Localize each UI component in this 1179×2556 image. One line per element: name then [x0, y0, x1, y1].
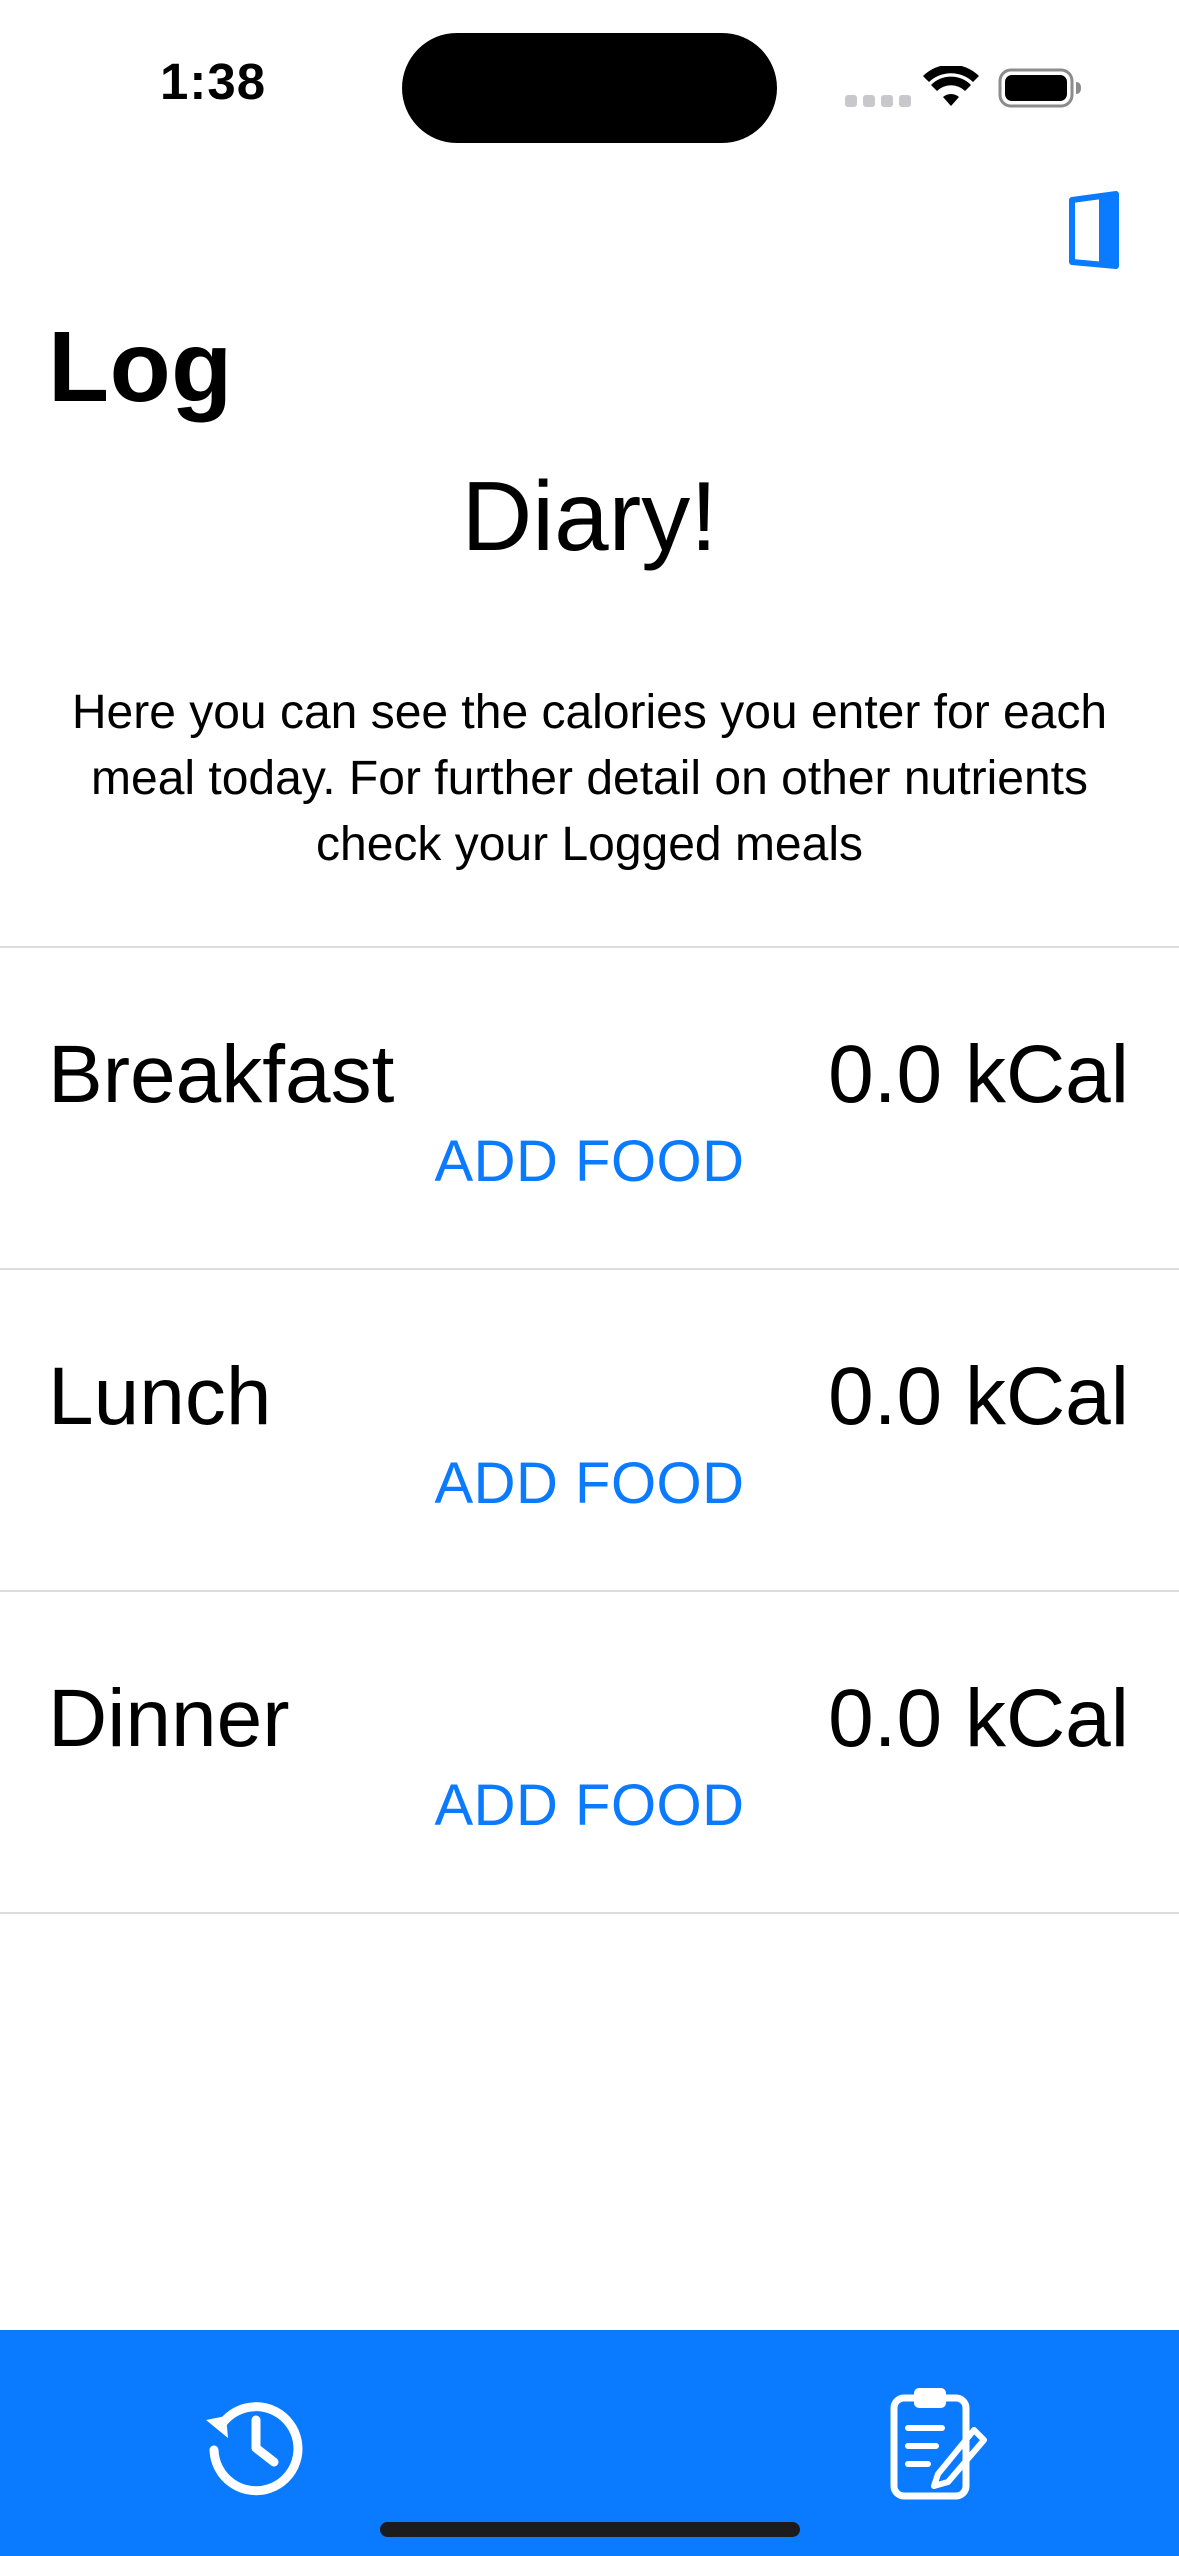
status-time: 1:38 — [160, 53, 267, 110]
meal-calories: 0.0 kCal — [828, 1673, 1129, 1764]
dynamic-island — [402, 33, 777, 143]
wifi-icon — [923, 66, 979, 106]
door-exit-icon[interactable] — [1066, 190, 1126, 270]
meal-name: Breakfast — [48, 1029, 395, 1120]
diary-heading: Diary! — [461, 461, 718, 571]
cellular-signal-icon — [845, 95, 911, 107]
add-food-button[interactable]: ADD FOOD — [0, 1128, 1179, 1195]
meal-calories: 0.0 kCal — [828, 1029, 1129, 1120]
add-food-button[interactable]: ADD FOOD — [0, 1450, 1179, 1517]
page-title: Log — [48, 311, 233, 423]
add-food-button[interactable]: ADD FOOD — [0, 1772, 1179, 1839]
home-indicator — [380, 2522, 800, 2537]
meal-name: Dinner — [48, 1673, 290, 1764]
meal-row-dinner: Dinner 0.0 kCal ADD FOOD — [0, 1592, 1179, 1912]
tab-bar — [0, 2330, 1179, 2556]
meal-row-lunch: Lunch 0.0 kCal ADD FOOD — [0, 1270, 1179, 1590]
divider — [0, 1912, 1179, 1914]
screen: 1:38 Log Diary! Here you can see the cal… — [0, 0, 1179, 2556]
history-icon[interactable] — [200, 2390, 310, 2500]
intro-text: Here you can see the calories you enter … — [71, 686, 1108, 871]
meal-name: Lunch — [48, 1351, 272, 1442]
clipboard-edit-icon[interactable] — [888, 2382, 988, 2502]
battery-icon — [998, 68, 1081, 108]
meal-row-breakfast: Breakfast 0.0 kCal ADD FOOD — [0, 948, 1179, 1268]
meal-calories: 0.0 kCal — [828, 1351, 1129, 1442]
